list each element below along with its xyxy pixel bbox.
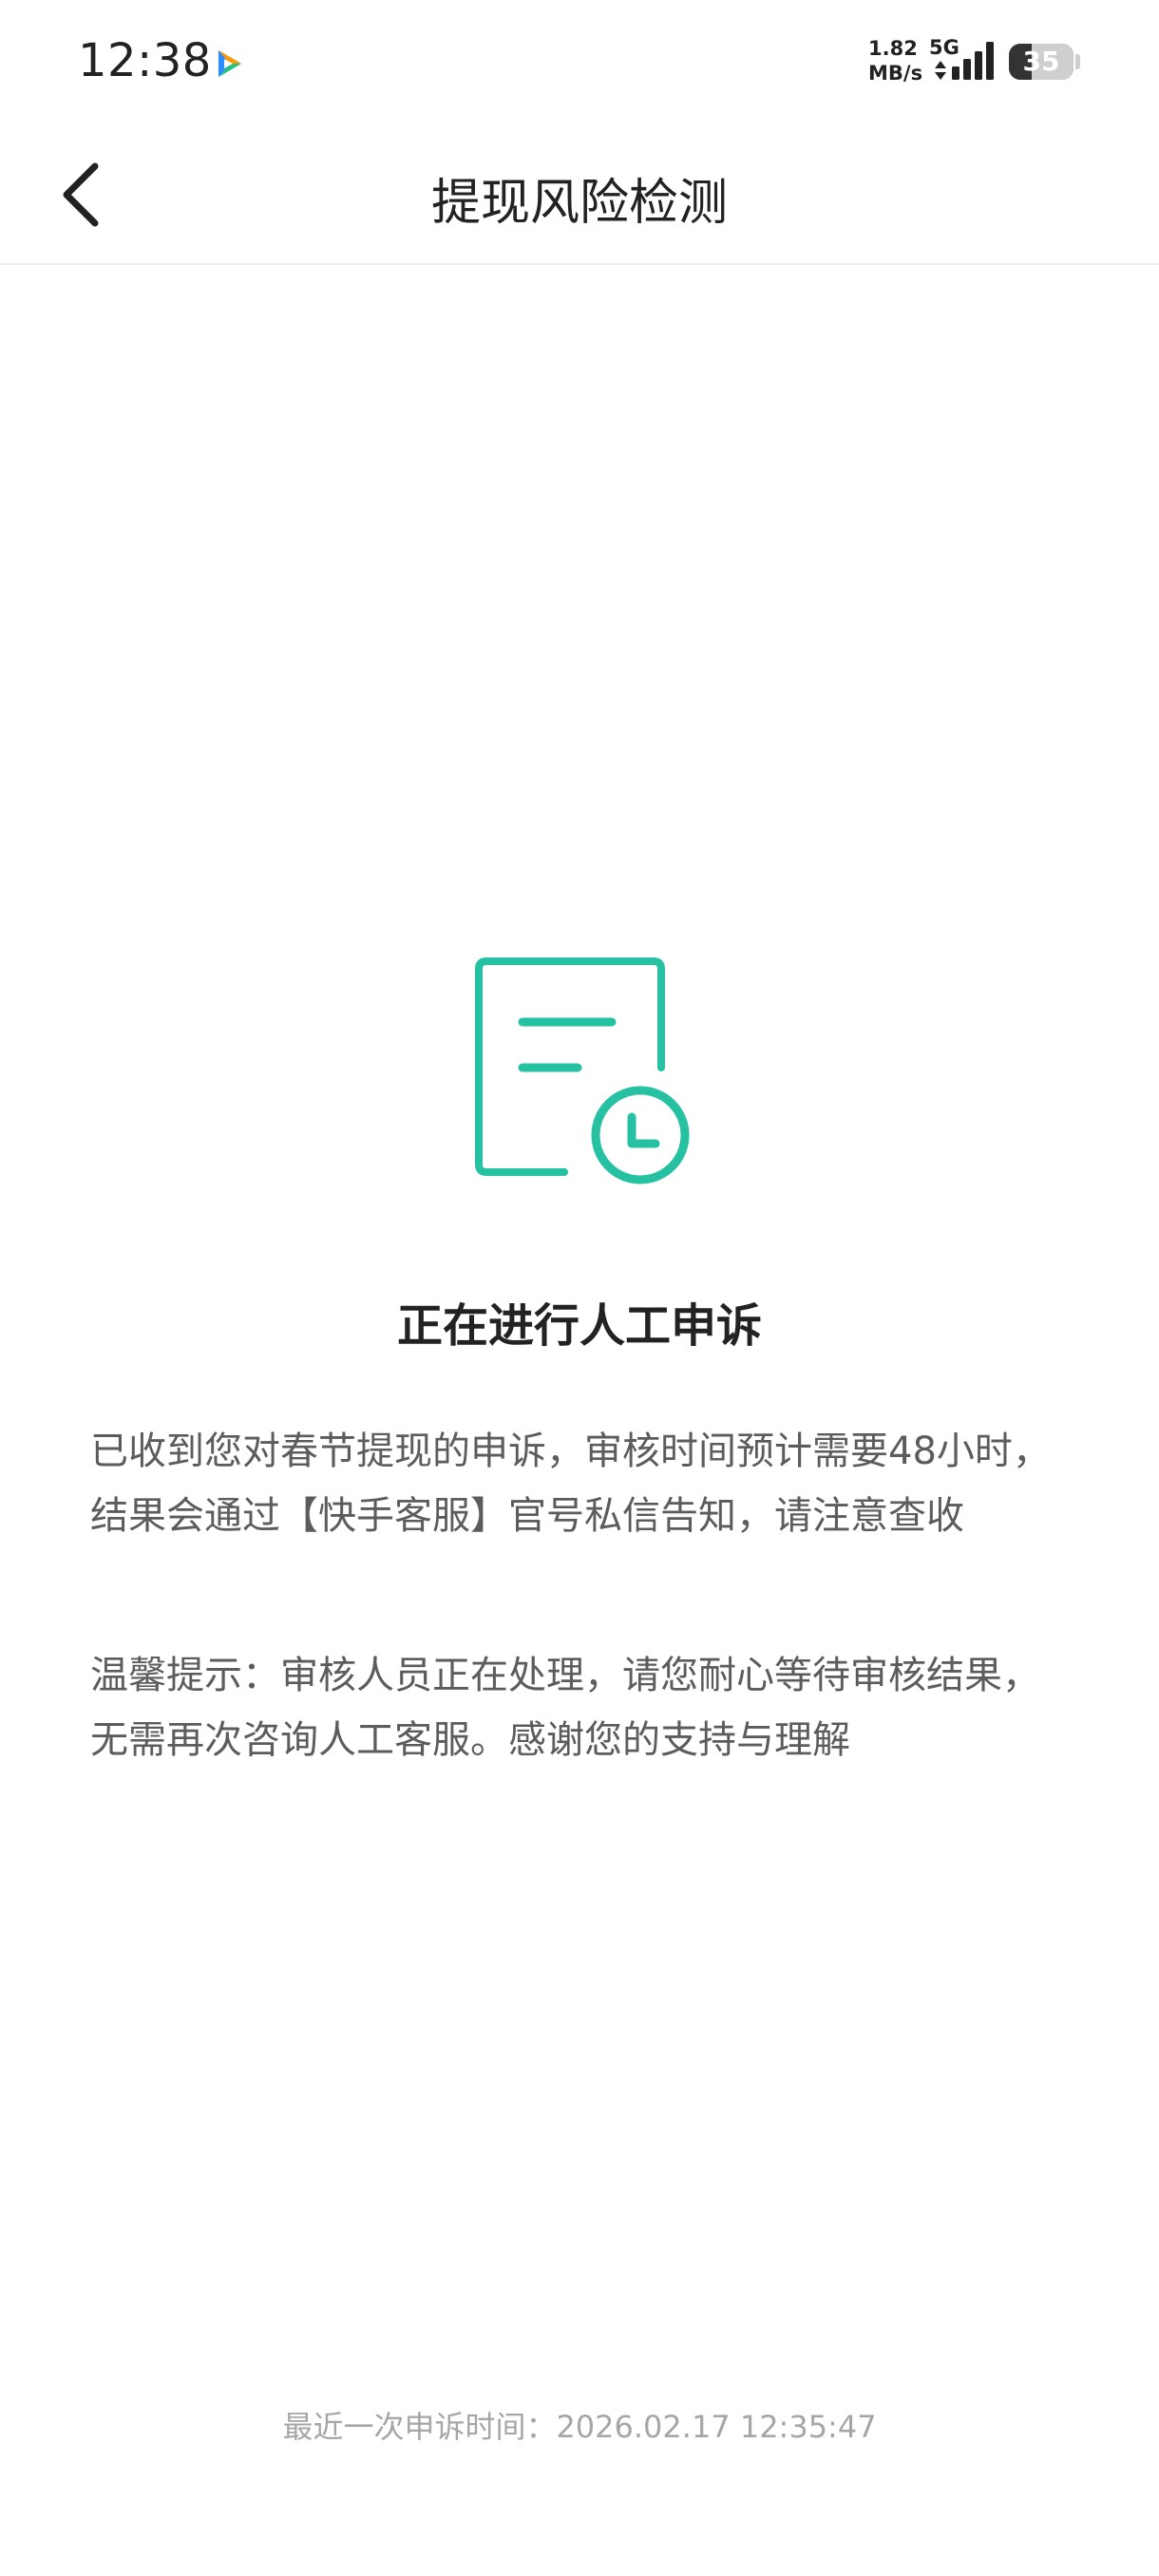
status-time: 12:38 — [78, 34, 212, 87]
network-speed-unit: MB/s — [868, 62, 923, 85]
signal-strength-icon — [952, 42, 994, 80]
clock-face — [591, 1086, 690, 1184]
status-bar: 12:38 1.82 MB/s 5G 35 — [0, 0, 1159, 128]
data-transfer-icon — [935, 61, 946, 80]
warm-tip-message: 温馨提示：审核人员正在处理，请您耐心等待审核结果，无需再次咨询人工客服。感谢您的… — [90, 1654, 1040, 1762]
battery-cap — [1075, 54, 1080, 69]
battery-level: 35 — [1022, 46, 1060, 77]
document-clock-icon — [475, 957, 690, 1184]
page-title: 提现风险检测 — [430, 175, 728, 232]
appeal-status-heading: 正在进行人工申诉 — [396, 1299, 762, 1353]
network-speed-value: 1.82 — [868, 37, 918, 60]
nav-bar: 提现风险检测 — [0, 128, 1159, 265]
app-play-icon — [218, 50, 241, 77]
battery-icon: 35 — [1009, 44, 1074, 80]
network-speed: 1.82 MB/s — [868, 36, 925, 85]
appeal-received-message: 已收到您对春节提现的申诉，审核时间预计需要48小时，结果会通过【快手客服】官号私… — [90, 1430, 1051, 1538]
last-appeal-time: 最近一次申诉时间：2026.02.17 12:35:47 — [282, 2409, 877, 2445]
